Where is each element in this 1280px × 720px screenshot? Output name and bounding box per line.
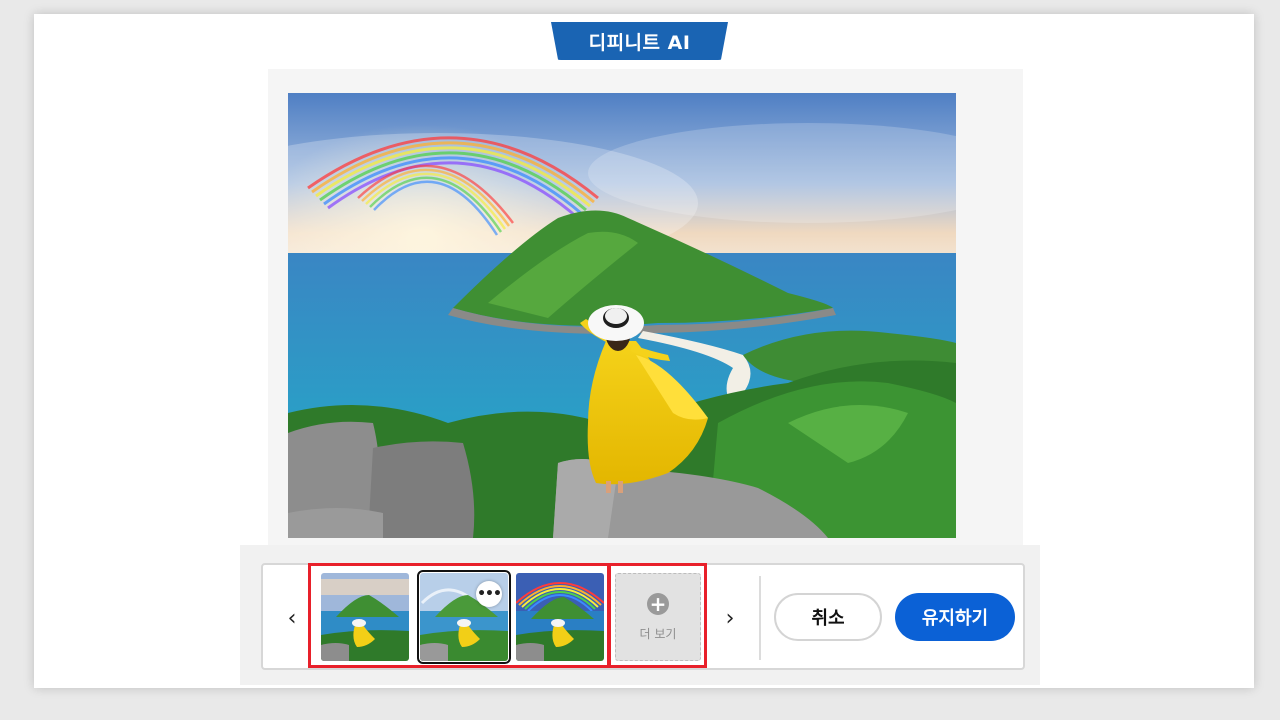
- thumbnail-image: [321, 573, 409, 661]
- chevron-left-icon[interactable]: ‹: [280, 598, 304, 638]
- see-more-label: 더 보기: [639, 626, 677, 641]
- plus-circle-icon: +: [647, 592, 669, 615]
- chevron-right-icon[interactable]: ›: [718, 598, 742, 638]
- main-preview-image: [288, 93, 956, 538]
- divider: [759, 576, 761, 660]
- see-more-button[interactable]: + 더 보기: [615, 573, 701, 661]
- app-title: 디피니트 AI: [588, 31, 691, 54]
- thumbnail-variation-3[interactable]: [516, 573, 604, 661]
- app-title-tab: 디피니트 AI: [551, 22, 728, 60]
- cancel-button[interactable]: 취소: [774, 593, 882, 641]
- thumbnail-variation-2[interactable]: •••: [417, 570, 511, 664]
- more-options-icon[interactable]: •••: [476, 581, 502, 607]
- thumbnail-variation-1[interactable]: [321, 573, 409, 661]
- keep-button[interactable]: 유지하기: [895, 593, 1015, 641]
- thumbnail-image: [516, 573, 604, 661]
